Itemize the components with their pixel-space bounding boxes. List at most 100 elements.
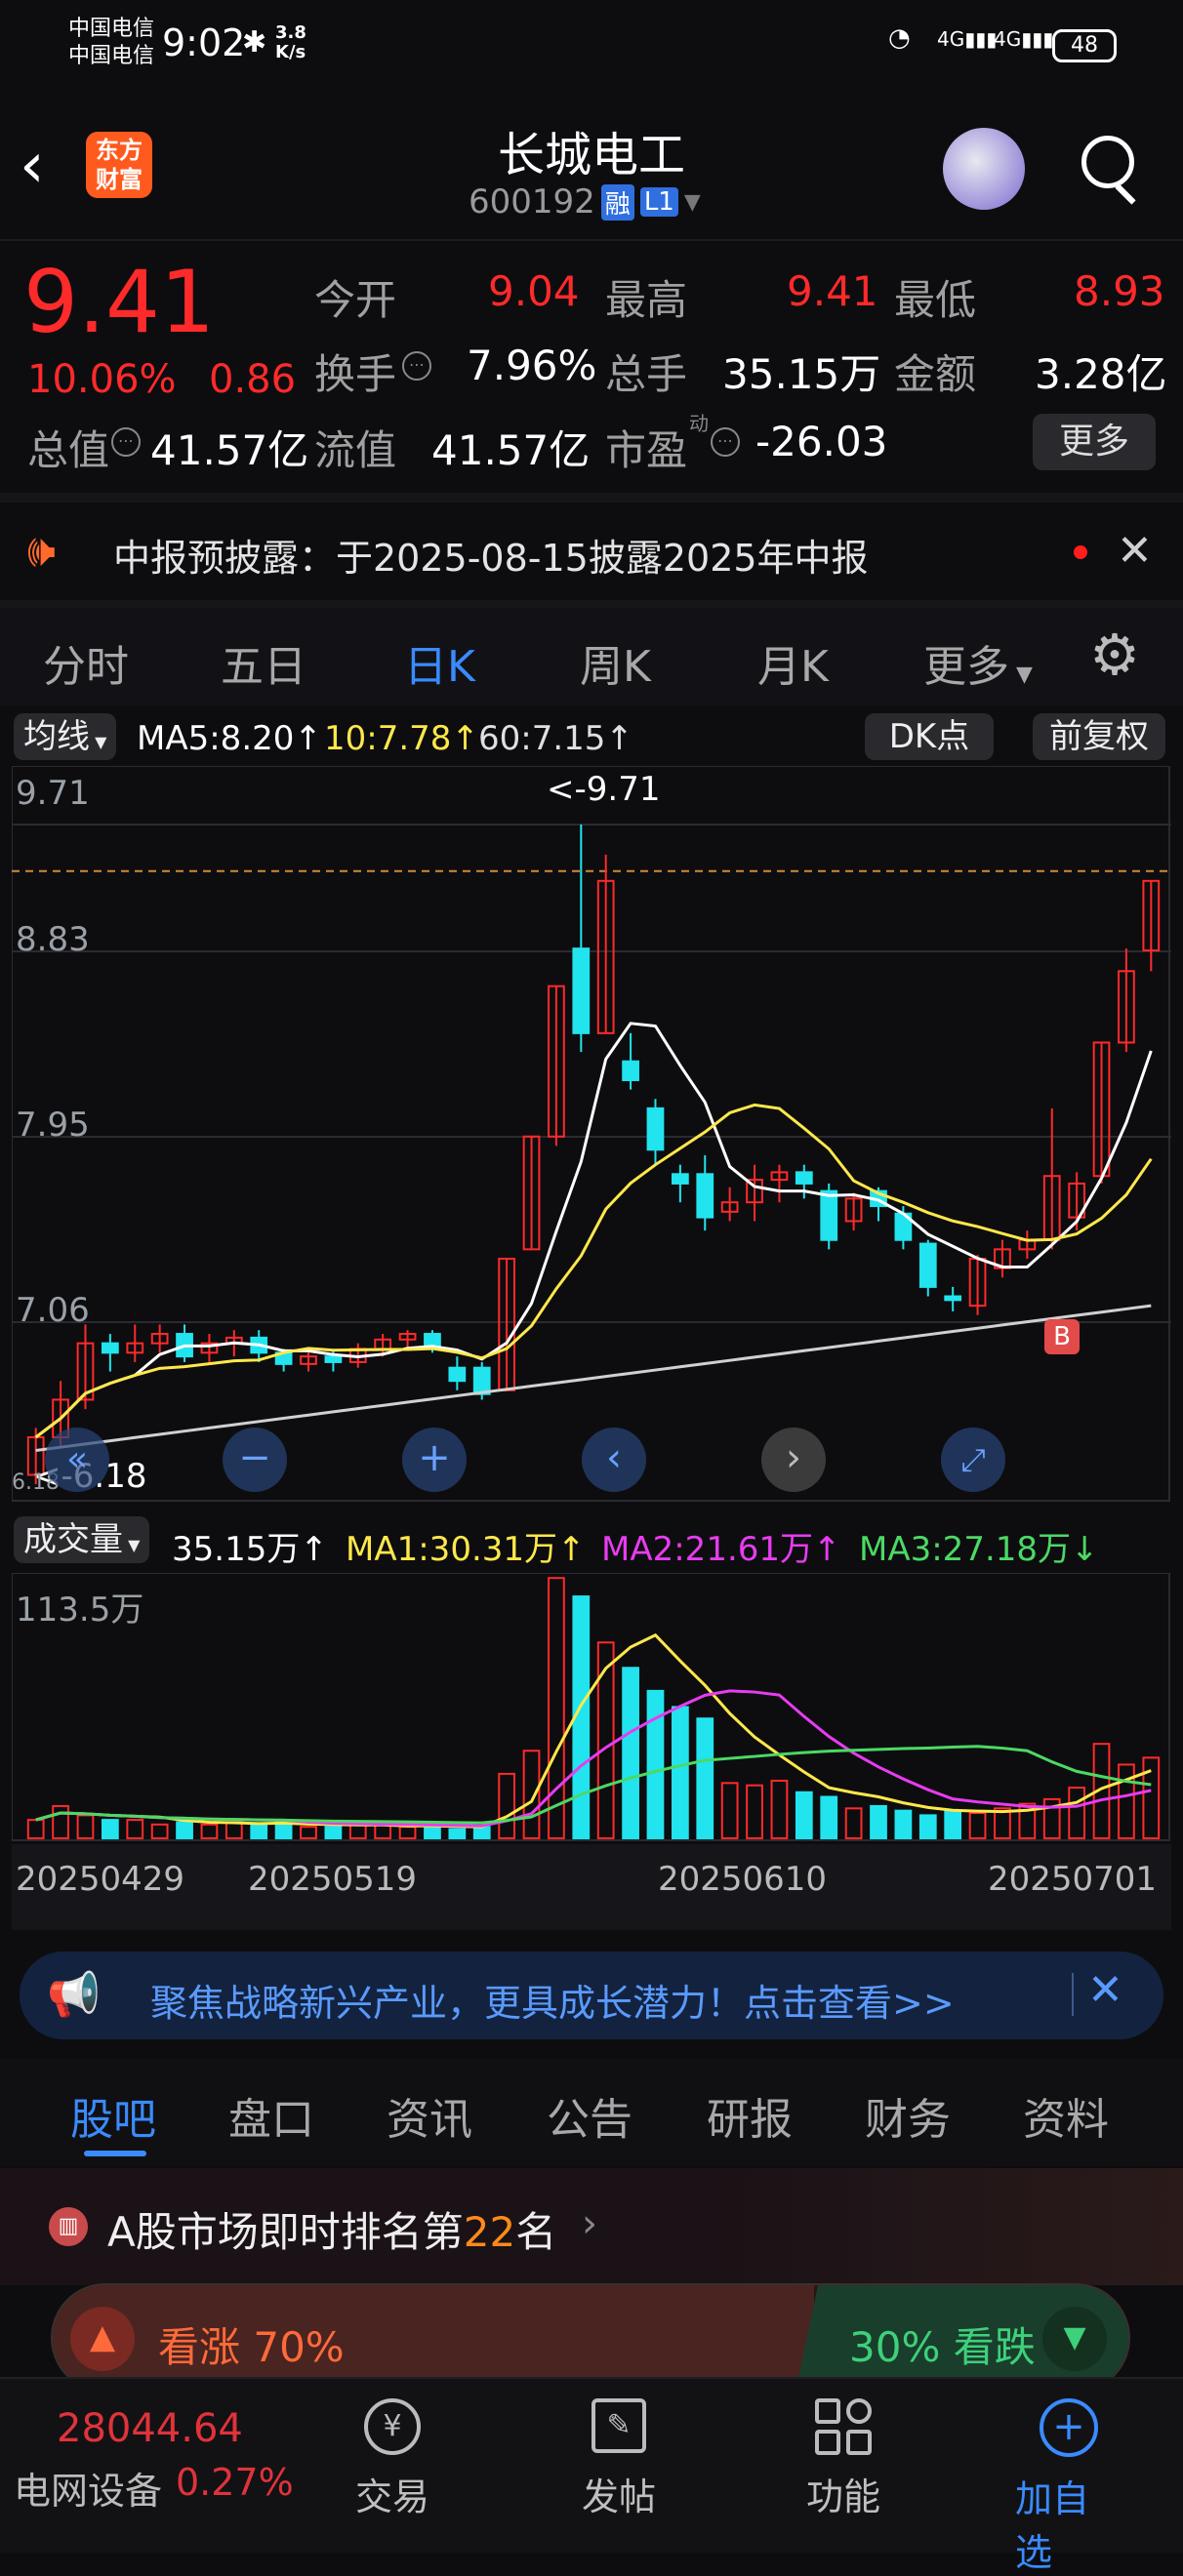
close-icon[interactable]: ✕ <box>1117 526 1153 576</box>
adjust-button[interactable]: 前复权 <box>1033 713 1165 760</box>
more-button[interactable]: 更多 <box>1033 414 1156 470</box>
date-tick-1: 20250429 <box>16 1860 185 1899</box>
rewind-icon[interactable]: « <box>45 1428 109 1492</box>
volume-selector[interactable]: 成交量 ▼ <box>14 1516 150 1563</box>
speaker-icon: 🕪 <box>27 524 56 577</box>
function-label: 功能 <box>805 2475 880 2518</box>
tab-intraday[interactable]: 分时 <box>43 631 129 694</box>
volume-bar <box>1142 1756 1161 1839</box>
status-bar: 中国电信 中国电信 9:02 ✱ 3.8 K/s ◔ 4G▮▮▮ 4G▮▮▮ 4… <box>0 0 1183 93</box>
volume-bar <box>596 1641 615 1839</box>
volume-bar <box>968 1812 987 1839</box>
tab-five-day[interactable]: 五日 <box>221 631 306 694</box>
tab-daily-k[interactable]: 日K <box>404 631 475 694</box>
volume-bar <box>250 1823 268 1840</box>
vol-ma2: MA2:21.61万↑ <box>601 1530 841 1569</box>
float-label: 流值 <box>314 426 397 474</box>
robot-assistant-icon[interactable] <box>943 128 1025 210</box>
index-value[interactable]: 28044.64 <box>57 2406 243 2451</box>
chevron-down-icon: ▼ <box>123 1536 141 1554</box>
signal-1-icon: 4G▮▮▮ <box>937 27 998 51</box>
margin-badge: 融 <box>600 183 634 221</box>
plus-circle-icon: + <box>1040 2398 1098 2457</box>
tab-weekly-k[interactable]: 周K <box>580 631 651 694</box>
bull-button[interactable]: ▲ <box>70 2307 135 2371</box>
info-icon[interactable]: ⋯ <box>402 351 431 381</box>
dropdown-icon: ▼ <box>683 189 701 215</box>
promo-banner[interactable]: 📢 聚焦战略新兴产业，更具成长潜力！点击查看>> ✕ <box>20 1952 1163 2039</box>
low-value: 8.93 <box>1074 267 1165 315</box>
volume-chart[interactable]: 113.5万 <box>11 1572 1171 1842</box>
kline-chart[interactable]: 9.71 8.83 7.95 7.06 <-9.71 <-6.18 6.18 B… <box>11 765 1171 1503</box>
ma60-value: 60:7.15↑ <box>478 719 633 758</box>
candle-body <box>622 1060 639 1081</box>
volume-bar <box>1068 1787 1086 1839</box>
search-icon[interactable] <box>1081 136 1134 188</box>
volume-bar <box>770 1779 789 1839</box>
fullscreen-icon[interactable]: ⤢ <box>941 1428 1005 1492</box>
buy-point-marker[interactable]: B <box>1044 1319 1080 1354</box>
vol-ma2-line <box>35 1689 1152 1828</box>
volume-bar <box>126 1819 144 1840</box>
volume-label: 总手 <box>605 350 688 398</box>
yen-icon: ¥ <box>364 2398 421 2455</box>
add-watchlist-button[interactable]: + 加自选 <box>1015 2398 1122 2576</box>
stock-code-row[interactable]: 600192 融 L1 ▼ <box>469 182 701 221</box>
tab-announcements[interactable]: 公告 <box>547 2084 632 2147</box>
tab-finance[interactable]: 财务 <box>865 2084 951 2147</box>
zoom-in-icon[interactable]: + <box>402 1428 467 1492</box>
trade-button[interactable]: ¥ 交易 <box>353 2398 431 2520</box>
bear-button[interactable]: ▼ <box>1042 2307 1107 2371</box>
candle-body <box>944 1295 962 1302</box>
divider <box>0 239 1183 241</box>
info-icon[interactable]: ⋯ <box>711 427 740 457</box>
ranking-suffix: 名 <box>515 2208 557 2256</box>
active-tab-indicator <box>84 2151 146 2156</box>
current-price: 9.41 <box>23 252 215 352</box>
volume-bar <box>26 1819 45 1840</box>
unread-dot <box>1074 545 1087 559</box>
bear-label: 30% 看跌 <box>849 2323 1036 2371</box>
tab-monthly-k[interactable]: 月K <box>757 631 829 694</box>
change-percent: 10.06% <box>27 357 177 402</box>
mktcap-value: 41.57亿 <box>150 426 309 474</box>
pan-left-icon[interactable]: ‹ <box>582 1428 646 1492</box>
tab-guba[interactable]: 股吧 <box>70 2084 156 2147</box>
tab-pankou[interactable]: 盘口 <box>228 2084 314 2147</box>
volume-svg <box>11 1572 1170 1841</box>
post-button[interactable]: ✎ 发帖 <box>580 2398 658 2520</box>
volume-bar <box>224 1821 243 1839</box>
high-label: 最高 <box>605 276 688 324</box>
chart-frame <box>11 765 1170 1502</box>
chart-tabs: 分时 五日 日K 周K 月K 更多 ▼ ⚙ <box>0 608 1183 705</box>
volume-bar <box>1118 1763 1135 1839</box>
pe-value: -26.03 <box>755 418 888 465</box>
amount-label: 金额 <box>894 350 977 398</box>
ranking-row[interactable]: ▥ A股市场即时排名第22名 › <box>0 2168 1183 2285</box>
low-label: 最低 <box>894 276 977 324</box>
pan-right-icon[interactable]: › <box>761 1428 826 1492</box>
tab-more[interactable]: 更多 ▼ <box>923 631 1033 694</box>
notice-bar[interactable]: 🕪 中报预披露：于2025-08-15披露2025年中报 ✕ <box>0 503 1183 600</box>
info-icon[interactable]: ⋯ <box>111 427 141 457</box>
high-value: 9.41 <box>787 267 878 315</box>
date-tick-2: 20250519 <box>248 1860 418 1899</box>
function-button[interactable]: 功能 <box>804 2398 882 2520</box>
volume-bar <box>76 1814 95 1839</box>
zoom-out-icon[interactable]: − <box>223 1428 287 1492</box>
gear-icon[interactable]: ⚙ <box>1089 622 1140 688</box>
index-name[interactable]: 电网设备 <box>14 2461 162 2515</box>
close-icon[interactable]: ✕ <box>1087 1965 1123 2015</box>
tab-news[interactable]: 资讯 <box>387 2084 472 2147</box>
volume-bar <box>472 1826 491 1840</box>
dk-point-button[interactable]: DK点 <box>865 713 994 760</box>
divider <box>0 600 1183 608</box>
y-tick-4: 7.06 <box>16 1291 90 1330</box>
net-speed-value: 3.8 <box>275 22 306 43</box>
candle-body <box>646 1107 665 1151</box>
divider <box>0 493 1183 503</box>
tab-research[interactable]: 研报 <box>707 2084 793 2147</box>
ma-selector[interactable]: 均线 ▼ <box>14 713 117 760</box>
chevron-down-icon: ▼ <box>1009 663 1033 687</box>
tab-profile[interactable]: 资料 <box>1023 2084 1109 2147</box>
